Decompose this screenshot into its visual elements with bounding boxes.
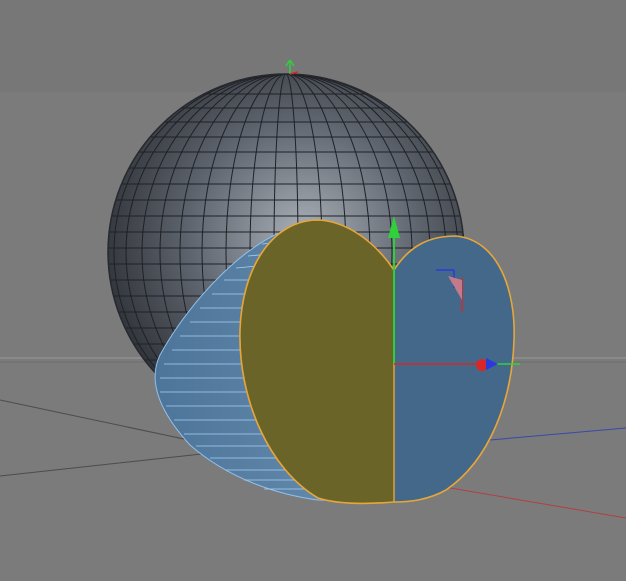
3d-viewport[interactable] bbox=[0, 0, 626, 581]
viewport-canvas[interactable] bbox=[0, 0, 626, 581]
